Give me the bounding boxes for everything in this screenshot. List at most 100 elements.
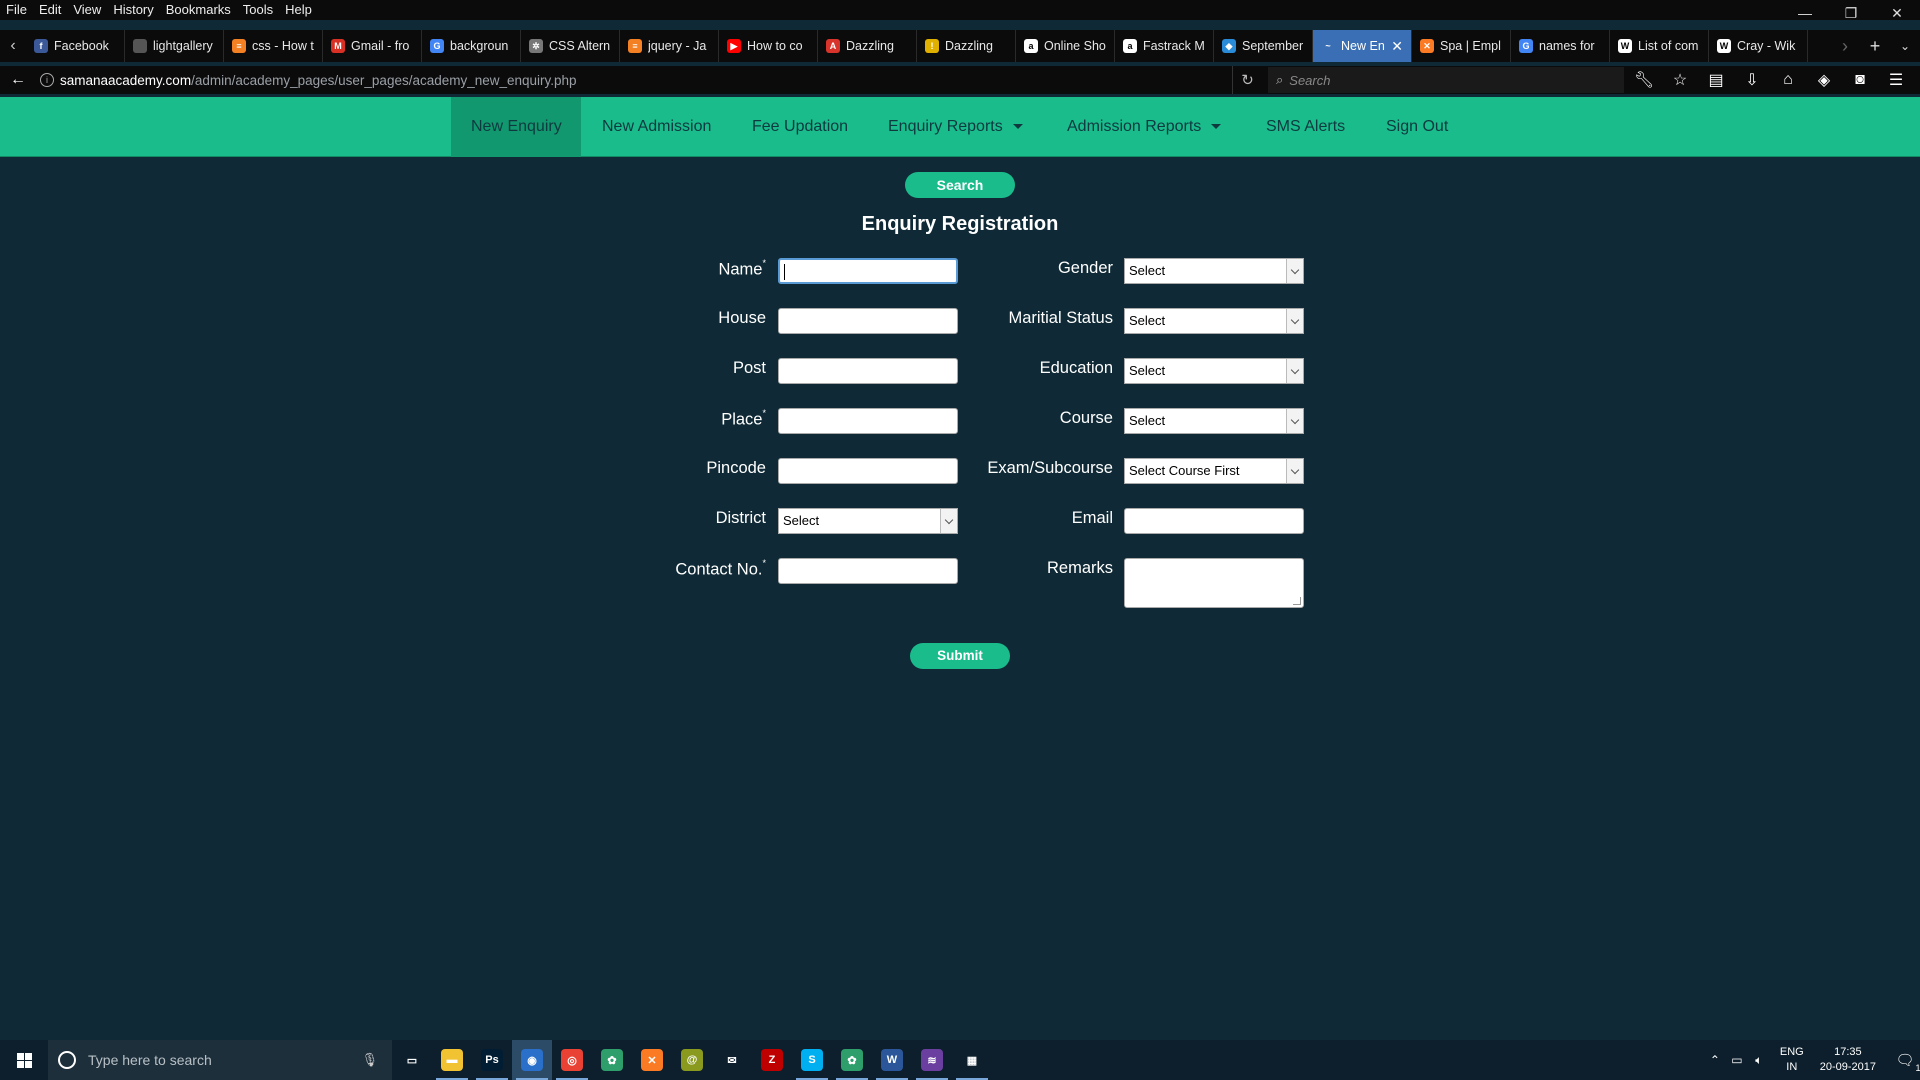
browser-search-input[interactable]: ⌕ Search <box>1268 67 1624 93</box>
taskbar-app[interactable]: ▬ <box>432 1040 472 1080</box>
taskbar-app[interactable]: ◎ <box>552 1040 592 1080</box>
nav-admission-reports[interactable]: Admission Reports <box>1047 97 1241 157</box>
browser-tab[interactable]: a Fastrack M <box>1115 30 1214 62</box>
volume-icon[interactable]: 🔈︎ <box>1748 1053 1770 1068</box>
email-input[interactable] <box>1124 508 1304 534</box>
remarks-textarea[interactable] <box>1124 558 1304 608</box>
taskbar-app[interactable]: ✕ <box>632 1040 672 1080</box>
tab-list-dropdown-icon[interactable]: ⌄ <box>1890 30 1920 62</box>
tab-title: Dazzling <box>846 39 894 53</box>
marital-status-select[interactable]: Select <box>1124 308 1304 334</box>
nav-sms-alerts[interactable]: SMS Alerts <box>1246 97 1365 157</box>
browser-tab[interactable]: ~ New En ✕ <box>1313 30 1412 62</box>
reading-list-icon[interactable]: ▤ <box>1698 66 1734 94</box>
browser-tab[interactable]: A Dazzling <box>818 30 917 62</box>
extension-icon[interactable]: ◈ <box>1806 66 1842 94</box>
downloads-icon[interactable]: ⇩ <box>1734 66 1770 94</box>
dropdown-arrow-icon[interactable] <box>1286 309 1303 333</box>
clock[interactable]: 17:35 20-09-2017 <box>1820 1045 1876 1075</box>
menu-edit[interactable]: Edit <box>33 0 67 20</box>
start-button[interactable] <box>0 1040 48 1080</box>
nav-new-admission[interactable]: New Admission <box>582 97 731 157</box>
menu-history[interactable]: History <box>107 0 159 20</box>
taskbar-app[interactable]: S <box>792 1040 832 1080</box>
menu-file[interactable]: File <box>0 0 33 20</box>
taskbar-app[interactable]: ✿ <box>832 1040 872 1080</box>
pocket-icon[interactable]: ◙ <box>1842 66 1878 94</box>
browser-tab[interactable]: ≡ jquery - Ja <box>620 30 719 62</box>
dropdown-arrow-icon[interactable] <box>1286 409 1303 433</box>
browser-tab[interactable]: ▶ How to co <box>719 30 818 62</box>
browser-tab[interactable]: Gnames for <box>1511 30 1610 62</box>
taskbar-app[interactable]: ✉ <box>712 1040 752 1080</box>
search-button[interactable]: Search <box>905 172 1015 198</box>
taskbar-search-input[interactable]: Type here to search 🎙︎ <box>48 1040 392 1080</box>
hamburger-menu-icon[interactable]: ☰ <box>1878 66 1914 94</box>
menu-view[interactable]: View <box>67 0 107 20</box>
close-window-icon[interactable]: ✕ <box>1874 0 1920 26</box>
bookmark-star-icon[interactable]: ☆ <box>1662 66 1698 94</box>
browser-tab[interactable]: lightgallery <box>125 30 224 62</box>
dropdown-arrow-icon[interactable] <box>1286 259 1303 283</box>
resize-grip-icon[interactable] <box>1293 597 1301 605</box>
browser-tab[interactable]: M Gmail - fro <box>323 30 422 62</box>
home-icon[interactable]: ⌂ <box>1770 66 1806 94</box>
dropdown-arrow-icon[interactable] <box>1286 359 1303 383</box>
url-bar[interactable]: i samanaacademy.com/admin/academy_pages/… <box>34 66 1230 94</box>
taskbar-app[interactable]: Ps <box>472 1040 512 1080</box>
browser-tab[interactable]: ◆ September <box>1214 30 1313 62</box>
tray-overflow-chevron-icon[interactable]: ⌃ <box>1704 1053 1726 1067</box>
restore-icon[interactable]: ❐ <box>1828 0 1874 26</box>
network-icon[interactable]: ▭ <box>1726 1053 1748 1067</box>
taskbar-app[interactable]: ≋ <box>912 1040 952 1080</box>
browser-tab[interactable]: a Online Sho <box>1016 30 1115 62</box>
dropdown-arrow-icon[interactable] <box>1286 459 1303 483</box>
close-tab-icon[interactable]: ✕ <box>1391 38 1403 55</box>
taskbar-app[interactable]: ✿ <box>592 1040 632 1080</box>
taskbar-app[interactable]: ▭ <box>392 1040 432 1080</box>
taskbar-app[interactable]: W <box>872 1040 912 1080</box>
taskbar-app[interactable]: ▦ <box>952 1040 992 1080</box>
browser-tab[interactable]: ✲ CSS Altern <box>521 30 620 62</box>
tab-title: Facebook <box>54 39 109 53</box>
developer-wrench-icon[interactable]: 🔧︎ <box>1626 66 1662 94</box>
new-tab-icon[interactable]: + <box>1860 30 1890 62</box>
action-center-icon[interactable]: 🗨︎ 1 <box>1890 1040 1920 1080</box>
browser-tab[interactable]: ✕ Spa | Empl <box>1412 30 1511 62</box>
microphone-icon[interactable]: 🎙︎ <box>361 1052 378 1068</box>
contact-label-text: Contact No. <box>675 560 763 579</box>
nav-sign-out[interactable]: Sign Out <box>1366 97 1468 157</box>
google-icon: G <box>430 39 444 53</box>
nav-new-enquiry[interactable]: New Enquiry <box>451 97 581 157</box>
app-spiral-icon: @ <box>681 1049 703 1071</box>
nav-enquiry-reports[interactable]: Enquiry Reports <box>868 97 1043 157</box>
menu-help[interactable]: Help <box>279 0 318 20</box>
tab-scroll-left-icon[interactable]: ‹ <box>0 30 26 62</box>
exam-subcourse-select[interactable]: Select Course First <box>1124 458 1304 484</box>
browser-tab[interactable]: W Cray - Wik <box>1709 30 1808 62</box>
browser-tab[interactable]: W List of com <box>1610 30 1709 62</box>
tab-title: Online Sho <box>1044 39 1106 53</box>
education-select[interactable]: Select <box>1124 358 1304 384</box>
submit-button[interactable]: Submit <box>910 643 1010 669</box>
browser-tab[interactable]: f Facebook <box>26 30 125 62</box>
nav-fee-updation[interactable]: Fee Updation <box>732 97 868 157</box>
taskbar-app[interactable]: ◉ <box>512 1040 552 1080</box>
gender-select[interactable]: Select <box>1124 258 1304 284</box>
reload-icon[interactable]: ↻ <box>1232 66 1262 94</box>
course-select[interactable]: Select <box>1124 408 1304 434</box>
menu-bookmarks[interactable]: Bookmarks <box>160 0 237 20</box>
filezilla-icon: Z <box>761 1049 783 1071</box>
back-arrow-icon[interactable]: ← <box>0 71 36 89</box>
minimize-icon[interactable]: — <box>1782 0 1828 26</box>
browser-tab[interactable]: Gbackgroun <box>422 30 521 62</box>
browser-tab[interactable]: ≡ css - How t <box>224 30 323 62</box>
taskbar-app[interactable]: @ <box>672 1040 712 1080</box>
site-info-icon[interactable]: i <box>40 73 54 87</box>
gear-icon: ✲ <box>529 39 543 53</box>
taskbar-app[interactable]: Z <box>752 1040 792 1080</box>
language-indicator[interactable]: ENG IN <box>1780 1045 1804 1075</box>
menu-tools[interactable]: Tools <box>237 0 279 20</box>
browser-tab[interactable]: ! Dazzling <box>917 30 1016 62</box>
tab-scroll-right-icon[interactable]: › <box>1830 30 1860 62</box>
